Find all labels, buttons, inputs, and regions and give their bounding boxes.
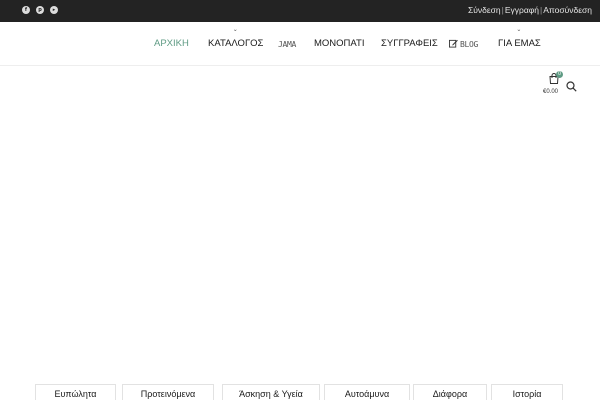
pinterest-icon[interactable]: p [36,6,44,14]
top-bar: f p ▸ Σύνδεση | Εγγραφή | Αποσύνδεση [0,0,600,22]
category-bestsellers[interactable]: Ευπώλητα [35,384,116,400]
nav-item-authors[interactable]: ΣΥΓΓΡΑΦΕΙΣ [381,38,438,50]
logout-link[interactable]: Αποσύνδεση [543,5,592,15]
search-icon[interactable] [566,81,577,92]
nav-item-label: JAMA [278,40,297,49]
main-nav: ΑΡΧΙΚΗ ⌄ ΚΑΤΑΛΟΓΟΣ JAMA ΜΟΝΟΠΑΤΙ ΣΥΓΓΡΑΦ… [0,26,600,52]
edit-icon [449,39,458,48]
category-label: Ευπώλητα [54,389,97,399]
cart-count-badge: 0 [556,71,563,78]
chevron-down-icon: ⌄ [516,26,522,33]
nav-item-about[interactable]: ⌄ ΓΙΑ ΕΜΑΣ [498,26,541,50]
category-label: Διάφορα [432,389,468,399]
cart-total: €0.00 [543,89,559,95]
category-tabs: Ευπώλητα Προτεινόμενα Άσκηση & Υγεία Αυτ… [35,384,565,400]
nav-item-path[interactable]: ΜΟΝΟΠΑΤΙ [314,38,365,50]
nav-item-label: ΜΟΝΟΠΑΤΙ [314,38,365,49]
nav-item-label: ΣΥΓΓΡΑΦΕΙΣ [381,38,438,49]
category-label: Προτεινόμενα [140,389,196,399]
register-link[interactable]: Εγγραφή [505,5,539,15]
nav-item-home[interactable]: ΑΡΧΙΚΗ [154,38,189,50]
nav-item-jama[interactable]: JAMA [278,39,296,51]
nav-item-label: ΑΡΧΙΚΗ [154,38,189,49]
nav-item-label: ΓΙΑ ΕΜΑΣ [498,38,541,49]
category-label: Ιστορία [512,389,542,399]
category-label: Αυτοάμυνα [344,389,390,399]
facebook-glyph: f [24,7,28,13]
pinterest-glyph: p [38,7,42,13]
nav-item-label: ΚΑΤΑΛΟΓΟΣ [208,38,264,49]
nav-item-catalog[interactable]: ⌄ ΚΑΤΑΛΟΓΟΣ [208,26,264,50]
auth-links: Σύνδεση | Εγγραφή | Αποσύνδεση [468,5,592,15]
youtube-glyph: ▸ [52,7,56,13]
chevron-down-icon: ⌄ [232,26,238,33]
login-link[interactable]: Σύνδεση [468,5,501,15]
category-featured[interactable]: Προτεινόμενα [122,384,214,400]
category-label: Άσκηση & Υγεία [239,389,303,399]
youtube-icon[interactable]: ▸ [50,6,58,14]
nav-item-blog[interactable]: BLOG [449,39,478,51]
nav-item-label: BLOG [460,40,479,49]
social-links: f p ▸ [22,6,58,14]
category-misc[interactable]: Διάφορα [413,384,487,400]
cart-button[interactable]: 0 €0.00 [543,71,563,97]
facebook-icon[interactable]: f [22,6,30,14]
site-header: ΑΡΧΙΚΗ ⌄ ΚΑΤΑΛΟΓΟΣ JAMA ΜΟΝΟΠΑΤΙ ΣΥΓΓΡΑΦ… [0,22,600,66]
auth-separator: | [540,5,543,15]
category-history[interactable]: Ιστορία [491,384,563,400]
category-fitness-health[interactable]: Άσκηση & Υγεία [222,384,320,400]
category-self-defense[interactable]: Αυτοάμυνα [324,384,410,400]
auth-separator: | [501,5,504,15]
